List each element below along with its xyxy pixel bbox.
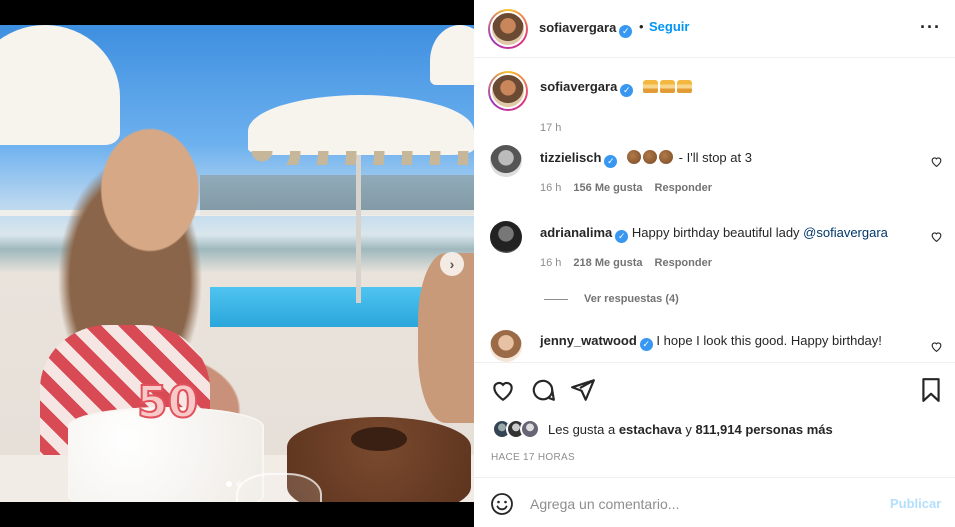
comment-meta: 16 h 156 Me gusta Responder	[540, 182, 712, 194]
comment-text: tizzielisch ✓ - I'll stop at 3	[540, 149, 752, 168]
chevron-right-icon: ›	[449, 256, 455, 272]
comment-text: adrianalima ✓ Happy birthday beautiful la…	[540, 224, 888, 243]
post-modal: 50 › sofiavergara ✓ • Seguir ··· sofiaver…	[0, 0, 955, 527]
caption-username[interactable]: sofiavergara	[540, 79, 617, 94]
photo-bundt-hole	[351, 427, 407, 451]
comment-icon[interactable]	[530, 377, 556, 403]
likes-prefix: Les gusta a	[548, 421, 619, 437]
liker-avatar	[520, 419, 540, 439]
follow-button[interactable]: Seguir	[649, 19, 689, 34]
photo-umbrella-right	[430, 25, 474, 85]
comment-username[interactable]: tizzielisch	[540, 150, 601, 165]
replies-line	[544, 298, 568, 300]
comment-text: jenny_watwood ✓ I hope I look this good. …	[540, 332, 882, 351]
caption-avatar[interactable]	[488, 71, 528, 111]
carousel-next-button[interactable]: ›	[440, 252, 464, 276]
comment-age[interactable]: 16 h	[540, 182, 561, 194]
photo-glass	[236, 473, 322, 502]
post-comment-button[interactable]: Publicar	[890, 496, 941, 511]
comment-likes[interactable]: 218 Me gusta	[573, 257, 642, 269]
reply-button[interactable]: Responder	[655, 257, 712, 269]
post-side-panel: sofiavergara ✓ • Seguir ··· sofiavergara ✓…	[474, 0, 955, 527]
cake-emoji-icon	[642, 79, 694, 94]
post-header: sofiavergara ✓ • Seguir ···	[474, 0, 955, 58]
emoji-icon[interactable]	[490, 492, 514, 516]
comment-meta: 16 h 218 Me gusta Responder	[540, 257, 712, 269]
caption-age[interactable]: 17 h	[540, 122, 561, 134]
share-icon[interactable]	[570, 377, 596, 403]
cookie-emoji-icon	[627, 150, 675, 165]
author-avatar[interactable]	[488, 9, 528, 49]
post-actions: Les gusta a estachava y 811,914 personas…	[474, 362, 955, 477]
comment-like-icon[interactable]	[930, 155, 943, 168]
verified-badge-icon: ✓	[615, 229, 629, 243]
bookmark-icon[interactable]	[918, 377, 944, 403]
comment-body: Happy birthday beautiful lady	[631, 225, 804, 240]
author-username[interactable]: sofiavergara ✓	[539, 20, 633, 38]
comment-username[interactable]: jenny_watwood	[540, 333, 637, 348]
reply-button[interactable]: Responder	[655, 182, 712, 194]
post-photo[interactable]: 50	[0, 25, 474, 502]
comment-mention[interactable]: @sofiavergara	[803, 225, 888, 240]
caption-meta: 17 h	[540, 122, 561, 134]
comment-likes[interactable]: 156 Me gusta	[573, 182, 642, 194]
header-separator: •	[639, 19, 644, 34]
comments-list[interactable]: sofiavergara ✓ 17 h tizzielisch ✓ - I'll s…	[474, 58, 955, 362]
comment-avatar[interactable]	[490, 330, 522, 362]
post-timestamp[interactable]: HACE 17 HORAS	[491, 452, 575, 463]
photo-umbrella-pole	[356, 153, 361, 303]
comment-avatar[interactable]	[490, 221, 522, 253]
likes-summary[interactable]: Les gusta a estachava y 811,914 personas…	[492, 419, 833, 439]
caption-text: sofiavergara ✓	[540, 78, 694, 97]
carousel-dot	[236, 481, 242, 487]
verified-badge-icon: ✓	[620, 83, 634, 97]
photo-candles: 50	[136, 376, 199, 429]
comment-avatar[interactable]	[490, 145, 522, 177]
verified-badge-icon: ✓	[639, 337, 653, 351]
verified-badge-icon: ✓	[604, 154, 618, 168]
comment-body: I hope I look this good. Happy birthday!	[656, 333, 882, 348]
comment-age[interactable]: 16 h	[540, 257, 561, 269]
photo-arm	[418, 253, 474, 423]
comment-like-icon[interactable]	[930, 340, 943, 353]
likes-middle: y	[681, 421, 696, 437]
carousel-dots	[226, 481, 242, 487]
likes-first-user[interactable]: estachava	[619, 422, 682, 437]
view-replies-button[interactable]: Ver respuestas (4)	[544, 293, 679, 305]
carousel-dot-active	[226, 481, 232, 487]
comment-input[interactable]	[530, 494, 870, 514]
comment-username[interactable]: adrianalima	[540, 225, 612, 240]
more-options-icon[interactable]: ···	[920, 17, 941, 38]
likes-count[interactable]: 811,914 personas más	[695, 422, 832, 437]
likes-text: Les gusta a estachava y 811,914 personas…	[548, 422, 833, 437]
verified-badge-icon: ✓	[619, 25, 633, 38]
heart-icon[interactable]	[490, 377, 516, 403]
comment-composer: Publicar	[474, 477, 955, 527]
comment-body: - I'll stop at 3	[675, 150, 752, 165]
comment-like-icon[interactable]	[930, 230, 943, 243]
author-username-text[interactable]: sofiavergara	[539, 20, 616, 35]
view-replies-label[interactable]: Ver respuestas (4)	[584, 293, 679, 305]
photo-umbrella-center	[248, 95, 474, 165]
